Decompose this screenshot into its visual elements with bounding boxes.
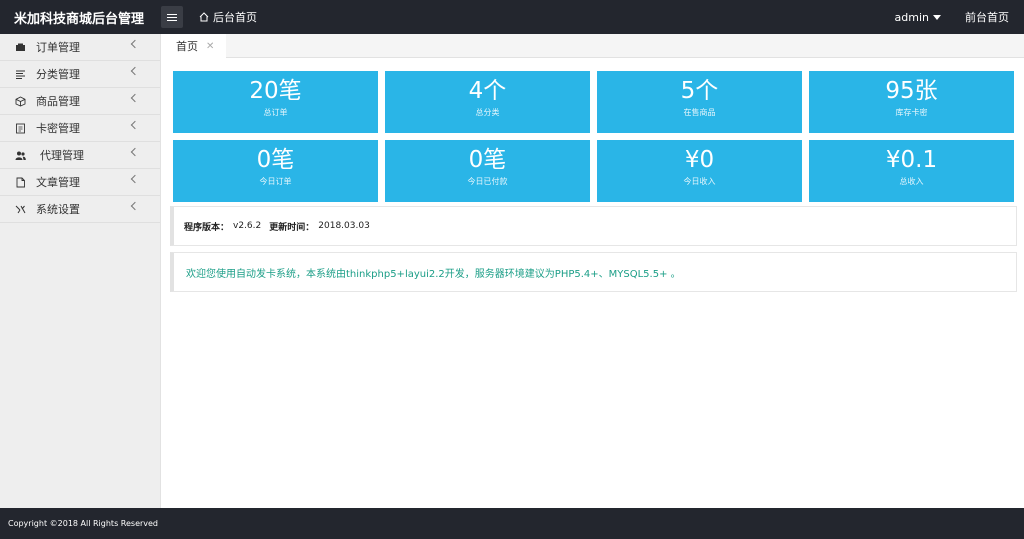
sidebar-item-orders[interactable]: 订单管理 <box>0 34 160 61</box>
tab-label: 首页 <box>176 40 198 53</box>
document-icon <box>14 176 26 188</box>
card-icon <box>14 122 26 134</box>
footer: Copyright ©2018 All Rights Reserved <box>0 508 1024 539</box>
stat-card-total-categories: 4个 总分类 <box>385 71 590 133</box>
stat-card-today-orders: 0笔 今日订单 <box>173 140 378 202</box>
brand-title: 米加科技商城后台管理 <box>14 11 145 27</box>
welcome-box: 欢迎您使用自动发卡系统，本系统由thinkphp5+layui2.2开发，服务器… <box>170 252 1017 292</box>
welcome-text: 欢迎您使用自动发卡系统，本系统由thinkphp5+layui2.2开发，服务器… <box>186 268 681 280</box>
stat-card-today-paid: 0笔 今日已付款 <box>385 140 590 202</box>
close-icon[interactable]: ✕ <box>206 41 214 52</box>
stat-card-today-income: ¥0 今日收入 <box>597 140 802 202</box>
stat-label: 今日订单 <box>259 177 292 186</box>
updated-value: 2018.03.03 <box>318 221 370 231</box>
sidebar: 订单管理 分类管理 商品管理 卡密管理 代理管理 文章管理 系统设置 <box>0 34 161 508</box>
sidebar-item-label: 商品管理 <box>36 95 80 108</box>
stat-card-products-on-sale: 5个 在售商品 <box>597 71 802 133</box>
sidebar-item-products[interactable]: 商品管理 <box>0 88 160 115</box>
chevron-left-icon <box>130 120 140 130</box>
cube-icon <box>14 95 26 107</box>
sidebar-item-agents[interactable]: 代理管理 <box>0 142 160 169</box>
chevron-left-icon <box>130 93 140 103</box>
stat-value: ¥0 <box>684 147 715 173</box>
stat-label: 库存卡密 <box>895 108 928 117</box>
chevron-left-icon <box>130 174 140 184</box>
front-home-link[interactable]: 前台首页 <box>965 9 1009 25</box>
stat-value: 0笔 <box>256 147 295 173</box>
users-icon <box>14 149 26 161</box>
top-header: 米加科技商城后台管理 后台首页 admin 前台首页 <box>0 0 1024 34</box>
stat-value: 0笔 <box>468 147 507 173</box>
chevron-left-icon <box>130 66 140 76</box>
stat-label: 今日已付款 <box>467 177 508 186</box>
chevron-left-icon <box>130 39 140 49</box>
stat-label: 总订单 <box>263 108 288 117</box>
list-icon <box>14 68 26 80</box>
sidebar-item-label: 系统设置 <box>36 203 80 216</box>
admin-home-label: 后台首页 <box>213 11 257 24</box>
version-info-box: 程序版本： v2.6.2 更新时间： 2018.03.03 <box>170 206 1017 246</box>
sidebar-item-label: 订单管理 <box>36 41 80 54</box>
stat-card-card-stock: 95张 库存卡密 <box>809 71 1014 133</box>
updated-label: 更新时间： <box>269 222 315 233</box>
admin-home-link[interactable]: 后台首页 <box>199 9 257 25</box>
sidebar-item-label: 卡密管理 <box>36 122 80 135</box>
user-menu[interactable]: admin <box>895 11 941 24</box>
stat-label: 在售商品 <box>683 108 716 117</box>
version-label: 程序版本： <box>184 222 230 233</box>
sidebar-item-label: 代理管理 <box>40 149 84 162</box>
stat-value: 5个 <box>680 78 719 104</box>
hamburger-icon <box>167 13 177 15</box>
sidebar-item-settings[interactable]: 系统设置 <box>0 196 160 223</box>
sidebar-item-cardkeys[interactable]: 卡密管理 <box>0 115 160 142</box>
stat-label: 总收入 <box>899 177 924 186</box>
stat-card-total-orders: 20笔 总订单 <box>173 71 378 133</box>
stat-value: ¥0.1 <box>885 147 938 173</box>
order-icon <box>14 41 26 53</box>
caret-down-icon <box>933 14 941 20</box>
chevron-left-icon <box>130 147 140 157</box>
version-value: v2.6.2 <box>233 221 262 231</box>
home-icon <box>199 12 209 22</box>
tab-bar: 首页 ✕ <box>162 34 1024 58</box>
sidebar-item-articles[interactable]: 文章管理 <box>0 169 160 196</box>
stat-value: 20笔 <box>249 78 302 104</box>
sidebar-item-categories[interactable]: 分类管理 <box>0 61 160 88</box>
copyright-text: Copyright ©2018 All Rights Reserved <box>8 519 159 528</box>
chevron-left-icon <box>130 201 140 211</box>
menu-toggle-button[interactable] <box>161 6 183 28</box>
stat-value: 4个 <box>468 78 507 104</box>
sidebar-item-label: 分类管理 <box>36 68 80 81</box>
stat-label: 总分类 <box>475 108 500 117</box>
stat-card-total-income: ¥0.1 总收入 <box>809 140 1014 202</box>
stat-label: 今日收入 <box>683 177 716 186</box>
settings-icon <box>14 203 26 215</box>
sidebar-item-label: 文章管理 <box>36 176 80 189</box>
username: admin <box>894 10 929 24</box>
tab-home[interactable]: 首页 ✕ <box>162 34 227 58</box>
stat-value: 95张 <box>885 78 938 104</box>
